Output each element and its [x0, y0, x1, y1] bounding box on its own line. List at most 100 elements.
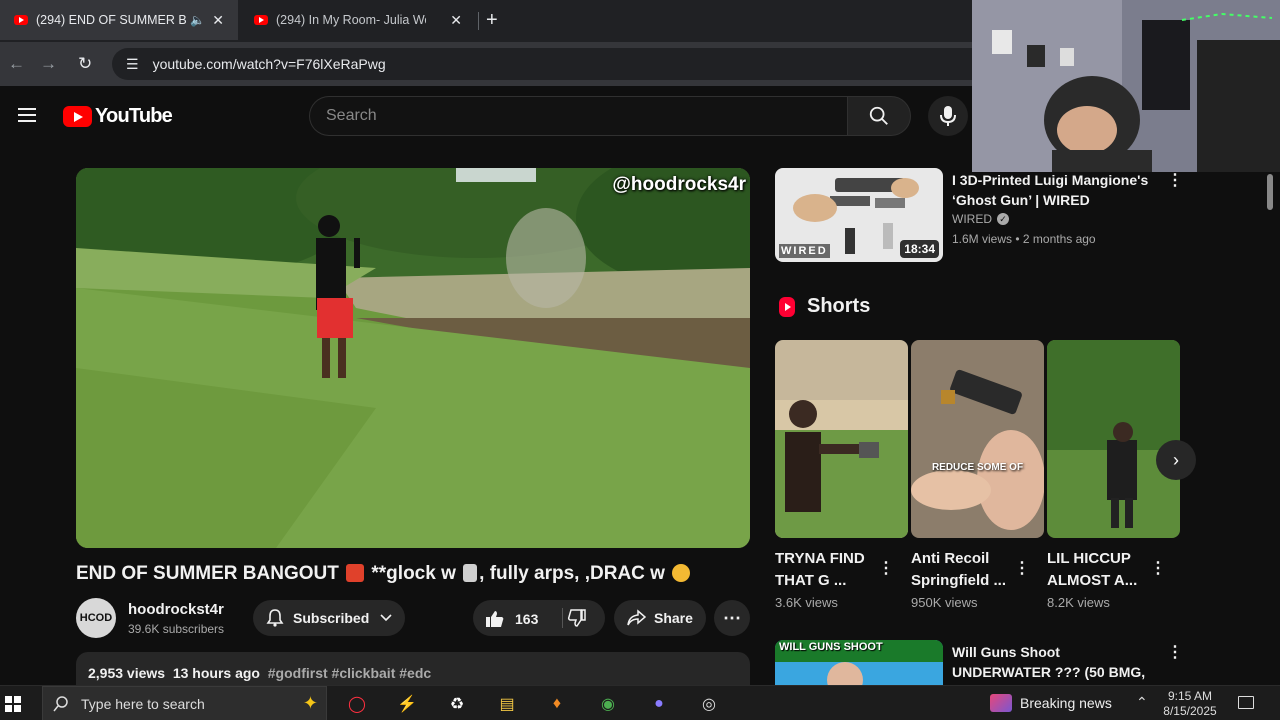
- short-item[interactable]: TRYNA FIND THAT G ... 3.6K views ⋮: [775, 340, 908, 610]
- more-actions-button[interactable]: ⋯: [714, 600, 750, 636]
- thumbs-down-icon: [567, 609, 586, 627]
- more-options-icon[interactable]: ⋮: [878, 558, 894, 578]
- fl-studio-icon[interactable]: ♦: [545, 692, 569, 716]
- url-text[interactable]: youtube.com/watch?v=F76lXeRaPwg: [153, 56, 386, 72]
- short-views: 3.6K views: [775, 595, 838, 610]
- more-options-icon[interactable]: ⋮: [1014, 558, 1030, 578]
- share-button[interactable]: Share: [614, 600, 706, 636]
- short-views: 8.2K views: [1047, 595, 1110, 610]
- speaker-icon[interactable]: 🔈: [190, 13, 205, 27]
- notification-icon[interactable]: [1238, 696, 1254, 709]
- close-tab-icon[interactable]: ✕: [450, 12, 462, 29]
- short-thumbnail-image: [775, 340, 908, 538]
- short-title[interactable]: TRYNA FIND THAT G ...: [775, 548, 880, 592]
- search-button[interactable]: [847, 96, 911, 136]
- opera-icon[interactable]: ◯: [345, 692, 369, 716]
- youtube-logo[interactable]: YouTube: [63, 105, 173, 128]
- browser-tab-active[interactable]: (294) END OF SUMMER BA 🔈 ✕: [0, 0, 238, 40]
- chevron-up-icon[interactable]: ⌃: [1136, 694, 1148, 711]
- shorts-icon: [779, 296, 795, 317]
- tab-title: (294) In My Room- Julia Wolf (l: [276, 13, 426, 27]
- taskbar-search-placeholder: Type here to search: [81, 695, 205, 712]
- channel-avatar[interactable]: HCOD: [76, 598, 116, 638]
- mic-icon: [940, 106, 956, 126]
- discord-icon[interactable]: ●: [647, 692, 671, 716]
- obs-icon[interactable]: ◎: [697, 692, 721, 716]
- hashtags[interactable]: #godfirst #clickbait #edc: [268, 665, 431, 681]
- reload-icon[interactable]: ↻: [78, 54, 92, 74]
- short-thumbnail[interactable]: [1047, 340, 1180, 538]
- youtube-play-icon: [63, 106, 92, 127]
- thumbnail-brand-text: WIRED: [779, 244, 830, 258]
- page-scrollbar[interactable]: [1266, 168, 1274, 685]
- tab-title: (294) END OF SUMMER BA: [36, 13, 186, 27]
- face-emoji-icon: [672, 564, 691, 582]
- collision-emoji-icon: [346, 564, 365, 582]
- upload-time: 13 hours ago: [172, 665, 260, 681]
- short-title[interactable]: Anti Recoil Springfield ...: [911, 548, 1016, 592]
- search-input[interactable]: Search: [309, 96, 847, 136]
- scrollbar-thumb[interactable]: [1267, 174, 1273, 210]
- system-clock[interactable]: 9:15 AM 8/15/2025: [1160, 689, 1220, 719]
- bell-icon: [266, 609, 284, 627]
- short-item[interactable]: LIL HICCUP ALMOST A... 8.2K views ⋮: [1047, 340, 1180, 610]
- like-button[interactable]: 163: [485, 609, 538, 629]
- like-count: 163: [515, 611, 539, 627]
- related-video-title[interactable]: I 3D-Printed Luigi Mangione's ‘Ghost Gun…: [952, 170, 1162, 210]
- short-thumbnail[interactable]: [775, 340, 908, 538]
- related-video-thumbnail[interactable]: WIRED 18:34: [775, 168, 943, 262]
- more-options-icon[interactable]: ⋮: [1167, 170, 1183, 190]
- browser-tab-inactive[interactable]: (294) In My Room- Julia Wolf (l ✕: [240, 0, 476, 40]
- news-widget[interactable]: Breaking news: [990, 694, 1112, 712]
- more-options-icon[interactable]: ⋮: [1150, 558, 1166, 578]
- search-icon: [869, 106, 888, 125]
- windows-start-icon[interactable]: [5, 696, 21, 712]
- avatar-logo-text: HCOD: [79, 612, 113, 624]
- verified-icon: ✓: [997, 213, 1009, 225]
- app-green-icon[interactable]: ⚡: [395, 692, 419, 716]
- search-icon: [53, 695, 68, 711]
- like-dislike-group: 163: [473, 600, 605, 636]
- short-overlay-text: REDUCE SOME OF: [931, 462, 1024, 473]
- close-tab-icon[interactable]: ✕: [212, 12, 224, 29]
- more-options-icon[interactable]: ⋮: [1167, 642, 1183, 662]
- back-arrow-icon[interactable]: ←: [8, 54, 25, 74]
- site-settings-icon[interactable]: ☰: [126, 56, 139, 73]
- hamburger-icon[interactable]: [18, 108, 36, 122]
- search-highlight-icon: ✦: [302, 693, 318, 713]
- related-video-item[interactable]: WIRED 18:34 I 3D-Printed Luigi Mangione'…: [775, 168, 1265, 264]
- short-title[interactable]: LIL HICCUP ALMOST A...: [1047, 548, 1152, 592]
- video-watermark-handle: @hoodrocks4r: [612, 174, 746, 195]
- shorts-next-button[interactable]: ›: [1156, 440, 1196, 480]
- related-video-channel[interactable]: WIRED: [952, 212, 992, 226]
- channel-name[interactable]: hoodrockst4r: [128, 601, 224, 618]
- omnibox[interactable]: ☰ youtube.com/watch?v=F76lXeRaPwg: [112, 48, 992, 80]
- short-item[interactable]: REDUCE SOME OF Anti Recoil Springfield .…: [911, 340, 1044, 610]
- capcut-icon[interactable]: ♻: [445, 692, 469, 716]
- clock-time: 9:15 AM: [1167, 689, 1213, 703]
- new-tab-icon[interactable]: +: [486, 9, 498, 32]
- video-title-part: END OF SUMMER BANGOUT: [76, 563, 339, 584]
- forward-arrow-icon[interactable]: →: [40, 54, 57, 74]
- chevron-right-icon: ›: [1173, 449, 1179, 470]
- share-icon: [627, 609, 646, 626]
- video-duration: 18:34: [900, 240, 939, 258]
- video-title-part: **glock w: [371, 563, 456, 584]
- taskbar-search-box[interactable]: Type here to search ✦: [42, 686, 327, 720]
- chevron-down-icon: [380, 614, 392, 622]
- related-video-channel-row: WIRED ✓: [952, 212, 1009, 226]
- dislike-button[interactable]: [567, 608, 587, 633]
- video-player[interactable]: @hoodrocks4r: [76, 168, 750, 548]
- chrome-icon[interactable]: ◉: [596, 692, 620, 716]
- share-label: Share: [654, 610, 693, 626]
- file-explorer-icon[interactable]: ▤: [495, 692, 519, 716]
- voice-search-button[interactable]: [928, 96, 968, 136]
- subscriber-count: 39.6K subscribers: [128, 622, 225, 636]
- shorts-heading-text: Shorts: [807, 295, 871, 317]
- subscribe-button[interactable]: Subscribed: [253, 600, 405, 636]
- news-text: Breaking news: [1020, 695, 1112, 711]
- short-thumbnail[interactable]: REDUCE SOME OF: [911, 340, 1044, 538]
- news-icon: [990, 694, 1012, 712]
- clock-date: 8/15/2025: [1163, 704, 1217, 718]
- short-thumbnail-image: [911, 340, 1044, 538]
